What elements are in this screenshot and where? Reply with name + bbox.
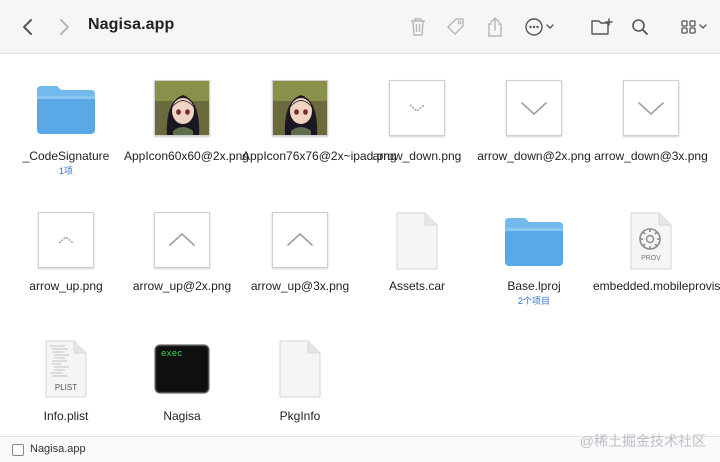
document-icon: [277, 340, 323, 403]
app-icon: [12, 444, 24, 456]
image-thumbnail-icon: [154, 80, 210, 136]
arrow-down-thumbnail-icon: [623, 80, 679, 136]
file-name: embedded.mobileprovision: [593, 279, 720, 293]
window-title: Nagisa.app: [88, 16, 175, 33]
arrow-up-thumbnail-icon: [154, 212, 210, 268]
path-item[interactable]: Nagisa.app: [30, 443, 86, 455]
document-icon: [394, 212, 440, 275]
forward-button[interactable]: [50, 13, 78, 41]
arrow-down-thumbnail-icon: [506, 80, 562, 136]
file-item-arrow-down-2x[interactable]: arrow_down@2x.png: [476, 80, 592, 190]
file-item-arrow-up-2x[interactable]: arrow_up@2x.png: [124, 212, 240, 312]
file-item-mobileprovision[interactable]: PROV embedded.mobileprovision: [593, 212, 720, 312]
file-name: Assets.car: [388, 279, 445, 293]
more-actions-button[interactable]: [522, 13, 560, 41]
chevron-left-icon: [23, 19, 32, 35]
file-name: arrow_up.png: [29, 279, 103, 293]
file-name: arrow_up@3x.png: [250, 279, 350, 293]
file-name: PkgInfo: [279, 409, 321, 423]
terminal-exec-icon: exec: [154, 344, 210, 399]
file-item-arrow-down[interactable]: arrow_down.png: [359, 80, 475, 190]
file-name: _CodeSignature: [22, 149, 110, 163]
file-item-info-plist[interactable]: PLIST Info.plist: [8, 340, 124, 430]
trash-button[interactable]: [404, 13, 432, 41]
back-button[interactable]: [14, 13, 42, 41]
trash-icon: [411, 18, 425, 36]
file-item-appicon60[interactable]: AppIcon60x60@2x.png: [124, 80, 249, 190]
tag-icon: [447, 18, 464, 35]
share-button[interactable]: [481, 13, 509, 41]
tag-button[interactable]: [442, 13, 470, 41]
exec-badge: exec: [161, 349, 183, 359]
item-count: 1项: [58, 166, 73, 176]
file-item-codesignature[interactable]: _CodeSignature 1项: [8, 80, 124, 190]
file-badge: PROV: [641, 255, 661, 262]
new-folder-icon: [591, 18, 613, 35]
file-badge: PLIST: [54, 383, 78, 392]
new-folder-button[interactable]: [588, 13, 616, 41]
search-button[interactable]: [626, 13, 654, 41]
folder-icon: [503, 216, 565, 273]
arrow-down-thumbnail-icon: [389, 80, 445, 136]
file-item-arrow-down-3x[interactable]: arrow_down@3x.png: [593, 80, 709, 190]
file-name: AppIcon60x60@2x.png: [124, 149, 249, 163]
file-name: arrow_down.png: [372, 149, 462, 163]
watermark: @稀土掘金技术社区: [579, 433, 706, 449]
file-item-assets-car[interactable]: Assets.car: [359, 212, 475, 312]
toolbar: Nagisa.app: [0, 0, 720, 54]
file-item-nagisa-exec[interactable]: exec Nagisa: [124, 340, 240, 430]
chevron-right-icon: [60, 19, 69, 35]
file-name: arrow_up@2x.png: [132, 279, 232, 293]
share-icon: [488, 16, 502, 37]
file-grid: _CodeSignature 1项 AppIcon60x60@2x.png Ap…: [0, 54, 720, 436]
file-name: Base.lproj: [507, 279, 561, 293]
search-icon: [632, 19, 648, 35]
file-name: Info.plist: [43, 409, 89, 423]
folder-icon: [35, 84, 97, 141]
file-item-pkginfo[interactable]: PkgInfo: [242, 340, 358, 430]
image-thumbnail-icon: [272, 80, 328, 136]
item-count: 2个项目: [517, 296, 550, 306]
file-name: arrow_down@3x.png: [594, 149, 708, 163]
view-options-button[interactable]: [678, 13, 712, 41]
file-item-arrow-up[interactable]: arrow_up.png: [8, 212, 124, 312]
file-item-base-lproj[interactable]: Base.lproj 2个项目: [476, 212, 592, 312]
file-name: AppIcon76x76@2x~ipad.png: [242, 149, 397, 163]
file-name: arrow_down@2x.png: [477, 149, 591, 163]
file-item-arrow-up-3x[interactable]: arrow_up@3x.png: [242, 212, 358, 312]
more-icon: [525, 18, 554, 36]
file-item-appicon76[interactable]: AppIcon76x76@2x~ipad.png: [242, 80, 397, 190]
plist-file-icon: PLIST: [43, 340, 89, 403]
arrow-up-thumbnail-icon: [272, 212, 328, 268]
file-name: Nagisa: [163, 409, 201, 423]
view-grid-icon: [681, 20, 707, 34]
provision-file-icon: PROV: [628, 212, 674, 275]
arrow-up-thumbnail-icon: [38, 212, 94, 268]
